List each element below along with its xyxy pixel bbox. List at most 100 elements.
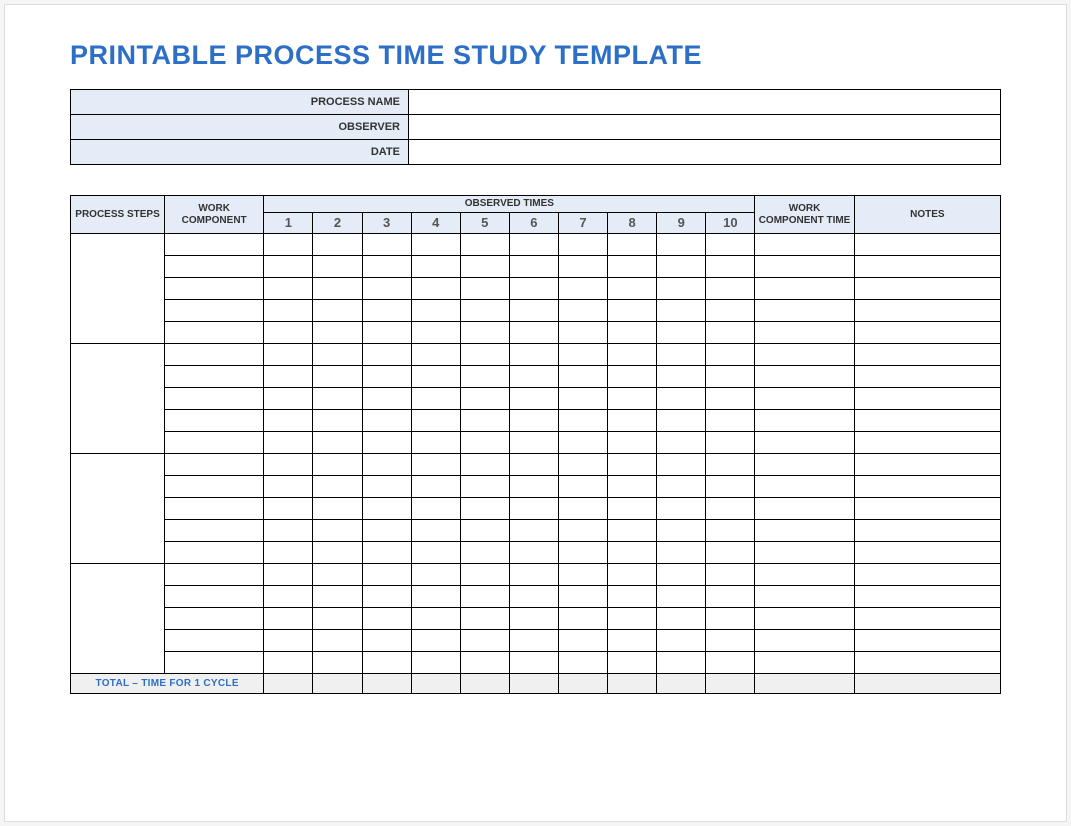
time-cell[interactable] bbox=[460, 234, 509, 256]
time-cell[interactable] bbox=[264, 432, 313, 454]
time-cell[interactable] bbox=[509, 476, 558, 498]
time-cell[interactable] bbox=[411, 586, 460, 608]
time-cell[interactable] bbox=[264, 652, 313, 674]
time-cell[interactable] bbox=[706, 432, 755, 454]
time-cell[interactable] bbox=[608, 564, 657, 586]
time-cell[interactable] bbox=[509, 542, 558, 564]
time-cell[interactable] bbox=[706, 608, 755, 630]
total-time-cell[interactable] bbox=[264, 674, 313, 694]
work-time-cell[interactable] bbox=[755, 300, 854, 322]
work-time-cell[interactable] bbox=[755, 476, 854, 498]
time-cell[interactable] bbox=[411, 542, 460, 564]
time-cell[interactable] bbox=[657, 278, 706, 300]
time-cell[interactable] bbox=[362, 234, 411, 256]
work-time-cell[interactable] bbox=[755, 630, 854, 652]
time-cell[interactable] bbox=[509, 608, 558, 630]
work-component-cell[interactable] bbox=[165, 586, 264, 608]
time-cell[interactable] bbox=[608, 388, 657, 410]
time-cell[interactable] bbox=[509, 432, 558, 454]
work-time-cell[interactable] bbox=[755, 652, 854, 674]
time-cell[interactable] bbox=[264, 476, 313, 498]
time-cell[interactable] bbox=[313, 322, 362, 344]
time-cell[interactable] bbox=[264, 344, 313, 366]
work-time-cell[interactable] bbox=[755, 498, 854, 520]
time-cell[interactable] bbox=[608, 256, 657, 278]
notes-cell[interactable] bbox=[854, 476, 1000, 498]
time-cell[interactable] bbox=[558, 278, 607, 300]
time-cell[interactable] bbox=[657, 498, 706, 520]
process-step-cell[interactable] bbox=[71, 234, 165, 344]
work-component-cell[interactable] bbox=[165, 388, 264, 410]
work-component-cell[interactable] bbox=[165, 454, 264, 476]
time-cell[interactable] bbox=[509, 366, 558, 388]
time-cell[interactable] bbox=[706, 542, 755, 564]
notes-cell[interactable] bbox=[854, 498, 1000, 520]
time-cell[interactable] bbox=[362, 256, 411, 278]
time-cell[interactable] bbox=[460, 630, 509, 652]
time-cell[interactable] bbox=[362, 476, 411, 498]
time-cell[interactable] bbox=[264, 564, 313, 586]
time-cell[interactable] bbox=[608, 234, 657, 256]
time-cell[interactable] bbox=[264, 608, 313, 630]
time-cell[interactable] bbox=[264, 322, 313, 344]
time-cell[interactable] bbox=[608, 630, 657, 652]
process-step-cell[interactable] bbox=[71, 564, 165, 674]
time-cell[interactable] bbox=[264, 454, 313, 476]
time-cell[interactable] bbox=[558, 388, 607, 410]
work-time-cell[interactable] bbox=[755, 520, 854, 542]
time-cell[interactable] bbox=[460, 520, 509, 542]
time-cell[interactable] bbox=[509, 234, 558, 256]
work-component-cell[interactable] bbox=[165, 322, 264, 344]
work-component-cell[interactable] bbox=[165, 278, 264, 300]
time-cell[interactable] bbox=[313, 234, 362, 256]
time-cell[interactable] bbox=[706, 586, 755, 608]
time-cell[interactable] bbox=[264, 388, 313, 410]
time-cell[interactable] bbox=[509, 564, 558, 586]
notes-cell[interactable] bbox=[854, 586, 1000, 608]
time-cell[interactable] bbox=[706, 366, 755, 388]
time-cell[interactable] bbox=[313, 366, 362, 388]
time-cell[interactable] bbox=[411, 256, 460, 278]
notes-cell[interactable] bbox=[854, 608, 1000, 630]
time-cell[interactable] bbox=[460, 322, 509, 344]
notes-cell[interactable] bbox=[854, 630, 1000, 652]
work-time-cell[interactable] bbox=[755, 256, 854, 278]
notes-cell[interactable] bbox=[854, 542, 1000, 564]
time-cell[interactable] bbox=[608, 410, 657, 432]
time-cell[interactable] bbox=[608, 454, 657, 476]
time-cell[interactable] bbox=[460, 432, 509, 454]
work-component-cell[interactable] bbox=[165, 630, 264, 652]
time-cell[interactable] bbox=[558, 410, 607, 432]
time-cell[interactable] bbox=[558, 542, 607, 564]
time-cell[interactable] bbox=[509, 322, 558, 344]
time-cell[interactable] bbox=[608, 344, 657, 366]
notes-cell[interactable] bbox=[854, 564, 1000, 586]
work-component-cell[interactable] bbox=[165, 608, 264, 630]
time-cell[interactable] bbox=[362, 388, 411, 410]
work-component-cell[interactable] bbox=[165, 542, 264, 564]
notes-cell[interactable] bbox=[854, 344, 1000, 366]
time-cell[interactable] bbox=[509, 630, 558, 652]
work-component-cell[interactable] bbox=[165, 410, 264, 432]
time-cell[interactable] bbox=[657, 564, 706, 586]
time-cell[interactable] bbox=[558, 630, 607, 652]
total-time-cell[interactable] bbox=[411, 674, 460, 694]
time-cell[interactable] bbox=[706, 234, 755, 256]
time-cell[interactable] bbox=[706, 300, 755, 322]
time-cell[interactable] bbox=[313, 344, 362, 366]
time-cell[interactable] bbox=[460, 388, 509, 410]
time-cell[interactable] bbox=[657, 256, 706, 278]
time-cell[interactable] bbox=[608, 300, 657, 322]
time-cell[interactable] bbox=[509, 520, 558, 542]
time-cell[interactable] bbox=[509, 586, 558, 608]
time-cell[interactable] bbox=[558, 498, 607, 520]
time-cell[interactable] bbox=[313, 388, 362, 410]
work-component-cell[interactable] bbox=[165, 432, 264, 454]
work-time-cell[interactable] bbox=[755, 542, 854, 564]
time-cell[interactable] bbox=[558, 652, 607, 674]
notes-cell[interactable] bbox=[854, 520, 1000, 542]
time-cell[interactable] bbox=[264, 410, 313, 432]
work-component-cell[interactable] bbox=[165, 234, 264, 256]
time-cell[interactable] bbox=[411, 432, 460, 454]
time-cell[interactable] bbox=[558, 586, 607, 608]
